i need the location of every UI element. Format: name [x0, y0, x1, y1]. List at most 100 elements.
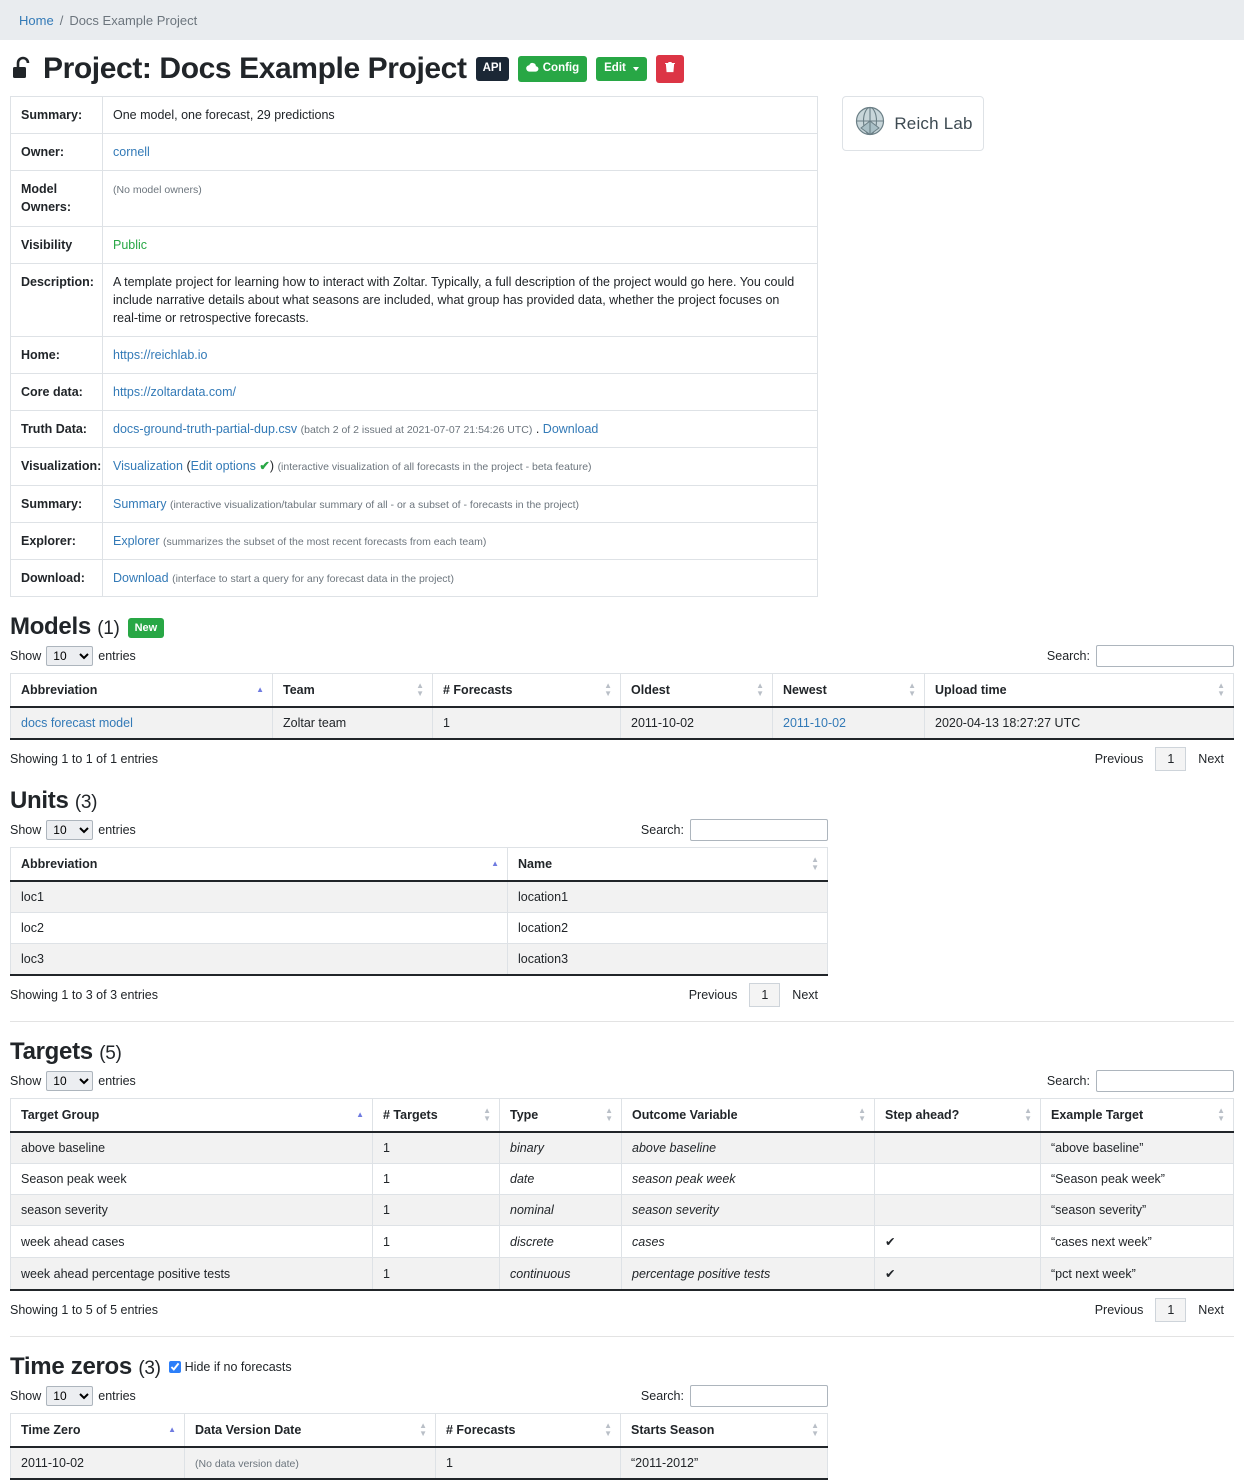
units-table-controls: Show 102550100 entries Search:	[10, 819, 828, 842]
target-type-cell: date	[499, 1163, 622, 1196]
target-group-cell: week ahead percentage positive tests	[10, 1257, 373, 1292]
breadcrumb-home-link[interactable]: Home	[19, 13, 54, 28]
page-1-button[interactable]: 1	[1155, 747, 1187, 772]
sort-both-icon: ▲ ▼	[811, 1421, 819, 1439]
previous-button[interactable]: Previous	[1085, 1299, 1154, 1321]
units-page-length-select[interactable]: 102550100	[46, 820, 94, 841]
hide-if-no-forecasts-checkbox[interactable]	[168, 1361, 181, 1374]
edit-options-link[interactable]: Edit options	[191, 459, 256, 473]
home-link[interactable]: https://reichlab.io	[113, 348, 208, 362]
targets-col-step-ahead[interactable]: Step ahead? ▲ ▼	[874, 1098, 1041, 1134]
info-key: Truth Data:	[10, 410, 103, 449]
model-link[interactable]: docs forecast model	[21, 716, 133, 730]
targets-length-control: Show 102550100 entries	[10, 1071, 136, 1092]
timezeros-col-data-version-date[interactable]: Data Version Date ▲ ▼	[184, 1413, 436, 1449]
timezeros-col-forecasts[interactable]: # Forecasts ▲ ▼	[435, 1413, 621, 1449]
targets-col-num-targets[interactable]: # Targets ▲ ▼	[372, 1098, 500, 1134]
download-link[interactable]: Download	[113, 571, 169, 585]
units-pagination: Previous 1 Next	[679, 983, 828, 1008]
models-page-length-select[interactable]: 102550100	[46, 646, 94, 667]
next-button[interactable]: Next	[782, 984, 828, 1006]
col-label: Team	[283, 683, 315, 698]
newest-forecast-link[interactable]: 2011-10-02	[783, 716, 846, 730]
targets-search-input[interactable]	[1096, 1070, 1234, 1093]
explorer-link[interactable]: Explorer	[113, 534, 160, 548]
targets-col-outcome-variable[interactable]: Outcome Variable ▲ ▼	[621, 1098, 875, 1134]
col-label: Starts Season	[631, 1423, 715, 1438]
models-table: Abbreviation ▲ Team ▲ ▼ # Forecasts ▲ ▼ Oldes…	[10, 673, 1234, 741]
units-col-name[interactable]: Name ▲ ▼	[507, 847, 828, 883]
models-col-upload-time[interactable]: Upload time ▲ ▼	[924, 673, 1234, 709]
edit-button-label: Edit	[604, 62, 626, 75]
entries-label: entries	[98, 1389, 136, 1404]
col-label: Oldest	[631, 683, 670, 698]
timezeros-table-controls: Show 102550100 entries Search:	[10, 1385, 828, 1408]
target-step-ahead-cell: ✔	[874, 1225, 1041, 1259]
page-1-button[interactable]: 1	[749, 983, 781, 1008]
models-col-forecasts[interactable]: # Forecasts ▲ ▼	[432, 673, 621, 709]
units-search-input[interactable]	[690, 819, 828, 842]
units-col-abbreviation[interactable]: Abbreviation ▲	[10, 847, 508, 883]
visualization-note: (interactive visualization of all foreca…	[277, 461, 592, 474]
targets-col-target-group[interactable]: Target Group ▲	[10, 1098, 373, 1134]
col-label: # Forecasts	[443, 683, 513, 698]
new-model-button[interactable]: New	[127, 618, 165, 639]
table-row: Season peak week 1 date season peak week…	[10, 1163, 1234, 1196]
truth-data-batch-note: (batch 2 of 2 issued at 2021-07-07 21:54…	[300, 424, 533, 437]
model-upload-time-cell: 2020-04-13 18:27:27 UTC	[924, 706, 1234, 741]
next-button[interactable]: Next	[1188, 1299, 1234, 1321]
show-label: Show	[10, 649, 42, 664]
next-button[interactable]: Next	[1188, 748, 1234, 770]
info-row-description: Description: A template project for lear…	[10, 262, 818, 338]
models-col-team[interactable]: Team ▲ ▼	[272, 673, 433, 709]
reich-lab-logo[interactable]: Reich Lab	[842, 96, 984, 151]
timezeros-search-input[interactable]	[690, 1385, 828, 1408]
previous-button[interactable]: Previous	[1085, 748, 1154, 770]
previous-button[interactable]: Previous	[679, 984, 748, 1006]
target-group-cell: week ahead cases	[10, 1225, 373, 1259]
edit-dropdown-button[interactable]: Edit	[596, 57, 647, 81]
timezeros-col-time-zero[interactable]: Time Zero ▲	[10, 1413, 185, 1449]
truth-data-file-link[interactable]: docs-ground-truth-partial-dup.csv	[113, 422, 297, 436]
timezeros-search-control: Search:	[641, 1385, 828, 1408]
owner-link[interactable]: cornell	[113, 145, 150, 159]
hide-if-no-forecasts-toggle[interactable]: Hide if no forecasts	[168, 1360, 292, 1374]
unit-name-cell: location3	[507, 943, 828, 977]
models-col-oldest[interactable]: Oldest ▲ ▼	[620, 673, 773, 709]
page-1-button[interactable]: 1	[1155, 1298, 1187, 1323]
info-row-visibility: Visibility Public	[10, 225, 818, 264]
models-col-abbreviation[interactable]: Abbreviation ▲	[10, 673, 273, 709]
info-row-home: Home: https://reichlab.io	[10, 335, 818, 375]
sort-asc-icon: ▲	[168, 1425, 176, 1435]
show-label: Show	[10, 1074, 42, 1089]
sort-asc-icon: ▲	[491, 859, 499, 869]
unit-name-cell: location1	[507, 880, 828, 914]
timezeros-col-starts-season[interactable]: Starts Season ▲ ▼	[620, 1413, 828, 1449]
breadcrumb-separator: /	[59, 12, 64, 28]
core-data-link[interactable]: https://zoltardata.com/	[113, 385, 236, 399]
truth-data-download-link[interactable]: Download	[543, 422, 599, 436]
info-value: Summary (interactive visualization/tabul…	[102, 484, 818, 523]
col-label: Time Zero	[21, 1423, 81, 1438]
timezeros-page-length-select[interactable]: 102550100	[46, 1386, 94, 1407]
entries-label: entries	[98, 823, 136, 838]
no-dvd-note: (No data version date)	[195, 1458, 299, 1471]
timezeros-count: (3)	[138, 1358, 161, 1380]
units-count: (3)	[74, 792, 98, 814]
models-search-input[interactable]	[1096, 645, 1234, 668]
summary-link[interactable]: Summary	[113, 497, 166, 511]
targets-col-example-target[interactable]: Example Target ▲ ▼	[1040, 1098, 1234, 1134]
model-oldest-cell: 2011-10-02	[620, 706, 773, 741]
col-label: Data Version Date	[195, 1423, 302, 1438]
targets-col-type[interactable]: Type ▲ ▼	[499, 1098, 622, 1134]
targets-page-length-select[interactable]: 102550100	[46, 1071, 94, 1092]
delete-button[interactable]	[655, 55, 684, 83]
target-group-cell: above baseline	[10, 1131, 373, 1165]
visualization-link[interactable]: Visualization	[113, 459, 183, 473]
api-button[interactable]: API	[475, 57, 509, 81]
info-row-summary-link: Summary: Summary (interactive visualizat…	[10, 484, 818, 523]
models-col-newest[interactable]: Newest ▲ ▼	[772, 673, 925, 709]
trash-icon	[664, 61, 675, 77]
target-outcome-cell: above baseline	[621, 1131, 875, 1165]
config-button[interactable]: Config	[517, 55, 588, 83]
